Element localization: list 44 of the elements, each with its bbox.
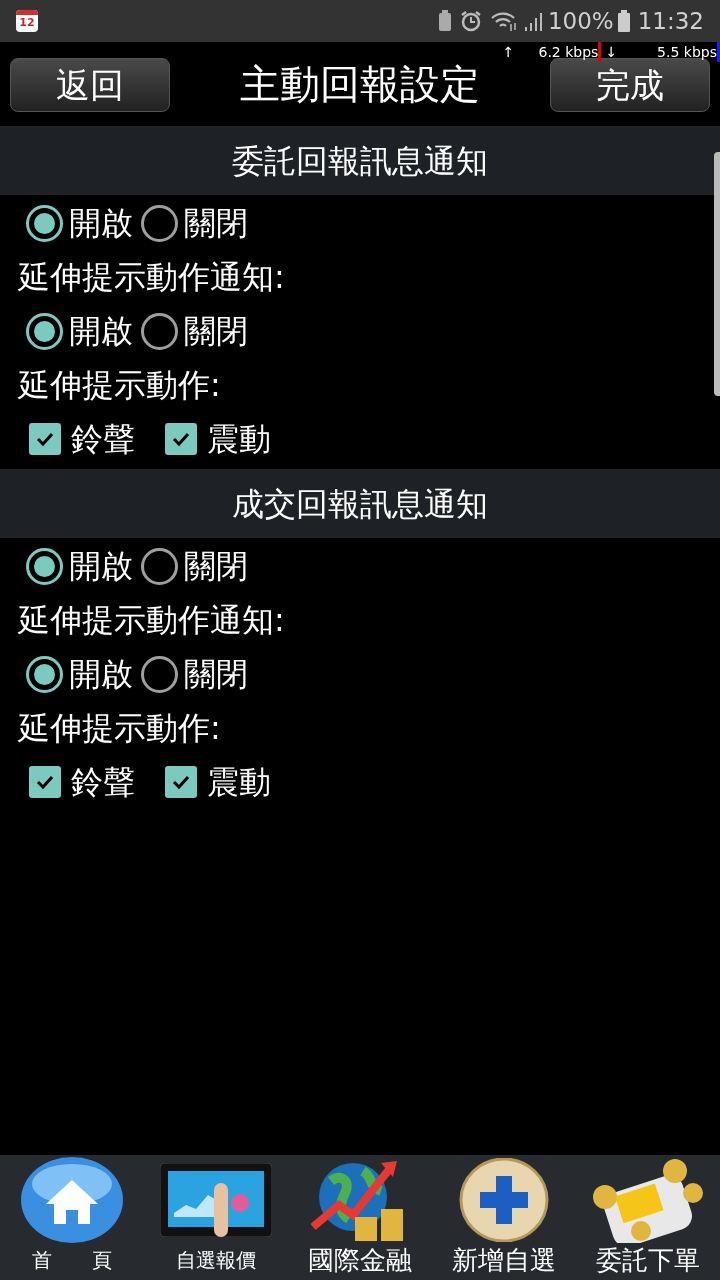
- section-header: 成交回報訊息通知: [0, 469, 720, 538]
- nav-item[interactable]: 國際金融: [288, 1156, 432, 1276]
- upload-arrow: ↑: [501, 42, 516, 62]
- nav-label: 委託下單: [596, 1244, 700, 1276]
- radio-option[interactable]: 關閉: [141, 307, 248, 355]
- radio-option[interactable]: 開啟: [26, 650, 133, 698]
- page-title: 主動回報設定: [239, 60, 481, 109]
- nav-item[interactable]: 委託下單: [576, 1156, 720, 1276]
- time: 11:32: [637, 6, 704, 36]
- setting-label: 延伸提示動作通知:: [18, 600, 285, 641]
- home-icon: [20, 1156, 124, 1244]
- radio-option[interactable]: 開啟: [26, 542, 133, 590]
- nav-label: 新增自選: [452, 1244, 556, 1276]
- signal-icon: [523, 10, 544, 32]
- radio-option[interactable]: 開啟: [26, 307, 133, 355]
- nav-item[interactable]: 首 頁: [0, 1156, 144, 1276]
- device-coins-icon: [591, 1157, 705, 1243]
- checkbox-option[interactable]: 震動: [165, 758, 271, 806]
- download-meter: [717, 42, 720, 62]
- battery-saver-icon: [437, 10, 452, 32]
- checkbox-option[interactable]: 震動: [165, 415, 271, 463]
- battery-icon: [617, 10, 630, 32]
- battery-percent: 100%: [547, 6, 614, 36]
- radio-option[interactable]: 開啟: [26, 199, 133, 247]
- upload-meter: [598, 42, 602, 62]
- setting-label: 延伸提示動作:: [18, 708, 221, 749]
- nav-label: 首 頁: [32, 1247, 112, 1274]
- setting-label: 延伸提示動作通知:: [18, 257, 285, 298]
- calendar-icon: 12: [16, 10, 38, 32]
- checkbox-option[interactable]: 鈴聲: [29, 415, 135, 463]
- nav-label: 國際金融: [308, 1244, 412, 1276]
- radio-option[interactable]: 關閉: [141, 199, 248, 247]
- radio-option[interactable]: 關閉: [141, 542, 248, 590]
- alarm-icon: [459, 10, 482, 32]
- add-icon: [459, 1158, 549, 1242]
- section-header: 委託回報訊息通知: [0, 126, 720, 195]
- tablet-chart-icon: [160, 1163, 272, 1237]
- back-button[interactable]: 返回: [10, 58, 170, 112]
- radio-option[interactable]: 關閉: [141, 650, 248, 698]
- nav-label: 自選報價: [176, 1247, 256, 1274]
- checkbox-option[interactable]: 鈴聲: [29, 758, 135, 806]
- nav-item[interactable]: 自選報價: [144, 1156, 288, 1276]
- setting-label: 延伸提示動作:: [18, 365, 221, 406]
- nav-item[interactable]: 新增自選: [432, 1156, 576, 1276]
